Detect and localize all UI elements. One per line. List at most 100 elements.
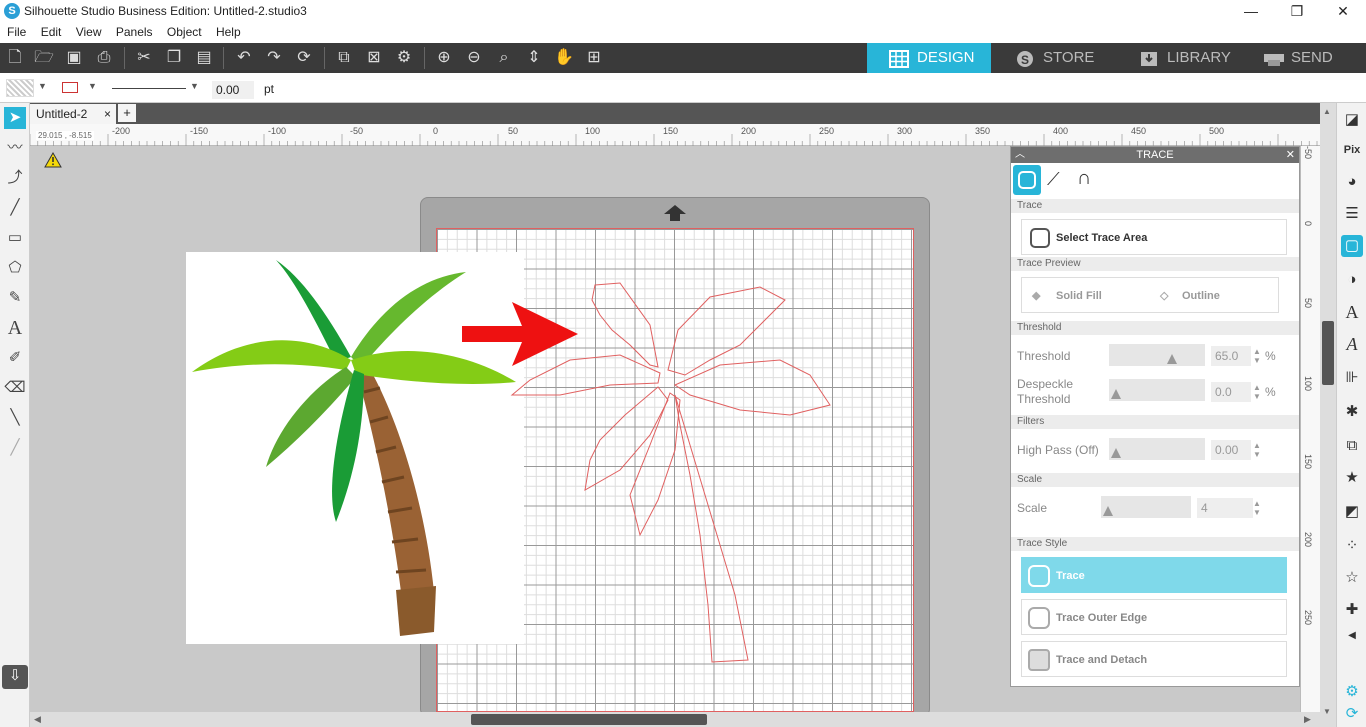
refresh-icon[interactable]: ⟳	[1341, 703, 1363, 725]
eyedropper-tool-icon[interactable]: ╱	[4, 437, 26, 459]
scale-input[interactable]: 4	[1197, 498, 1253, 518]
open-folder-icon[interactable]: 🗁	[33, 47, 55, 69]
menu-edit[interactable]: Edit	[37, 22, 66, 39]
zoom-out-icon[interactable]: ⊖	[463, 47, 485, 69]
trace-mode-tab-icon[interactable]	[1013, 165, 1041, 195]
outline-option[interactable]: Outline	[1182, 278, 1220, 314]
redo-icon[interactable]: ↷	[263, 47, 285, 69]
polygon-tool-icon[interactable]: ⬠	[4, 257, 26, 279]
scale-slider[interactable]	[1101, 496, 1191, 518]
deselect-icon[interactable]: ⊠	[363, 47, 385, 69]
dotted-icon[interactable]: ⁘	[1341, 535, 1363, 557]
fit-page-icon[interactable]: ⊞	[583, 47, 605, 69]
line-style-chevron-icon[interactable]: ▼	[190, 81, 199, 91]
undo-icon[interactable]: ↶	[233, 47, 255, 69]
zoom-in-icon[interactable]: ⊕	[433, 47, 455, 69]
new-file-icon[interactable]: 🗋	[4, 47, 26, 69]
trace-and-detach-button[interactable]: Trace and Detach	[1021, 641, 1287, 677]
maximize-button[interactable]: ❐	[1274, 0, 1320, 22]
line-color-swatch[interactable]	[62, 82, 78, 93]
pan-drag-icon[interactable]: ⇕	[523, 47, 545, 69]
stepper-arrows-icon[interactable]: ▲ ▼	[1253, 499, 1261, 517]
modify-icon[interactable]: ⧉	[1341, 435, 1363, 457]
menu-object[interactable]: Object	[163, 22, 206, 39]
text-to-path-icon[interactable]: A	[1341, 333, 1363, 355]
warning-icon[interactable]	[44, 151, 62, 171]
hand-icon[interactable]: ✋	[553, 47, 575, 69]
slider-thumb-icon[interactable]	[1103, 506, 1113, 516]
high-pass-input[interactable]: 0.00	[1211, 440, 1251, 460]
select-trace-area-button[interactable]: Select Trace Area	[1021, 219, 1287, 255]
line-style-preview[interactable]	[112, 88, 186, 89]
line-width-input[interactable]: 0.00	[212, 81, 254, 99]
tab-store[interactable]: S STORE	[993, 43, 1117, 73]
select-arrow-icon[interactable]: ➤	[4, 107, 26, 129]
stepper-arrows-icon[interactable]: ▲ ▼	[1253, 383, 1261, 401]
traced-outline[interactable]	[500, 275, 840, 673]
minimize-button[interactable]: —	[1228, 0, 1274, 22]
slider-thumb-icon[interactable]	[1111, 389, 1121, 399]
line-style-icon[interactable]: ☰	[1341, 203, 1363, 225]
favorite-star-icon[interactable]: ☆	[1341, 567, 1363, 589]
transform-icon[interactable]: ✱	[1341, 401, 1363, 423]
add-tab-button[interactable]: +	[118, 104, 136, 122]
tab-design[interactable]: DESIGN	[867, 43, 991, 73]
paste-icon[interactable]: ▤	[193, 47, 215, 69]
eyedropper-tab-icon[interactable]: ⟋	[1047, 169, 1060, 190]
copy-icon[interactable]: ❐	[163, 47, 185, 69]
threshold-slider[interactable]	[1109, 344, 1205, 366]
scroll-thumb[interactable]	[471, 714, 707, 725]
line-tool-icon[interactable]: ╱	[4, 197, 26, 219]
threshold-input[interactable]: 65.0	[1211, 346, 1251, 366]
scroll-thumb[interactable]	[1322, 321, 1334, 385]
cut-icon[interactable]: ✂	[133, 47, 155, 69]
fill-palette-icon[interactable]: ◕	[1341, 171, 1363, 193]
print-icon[interactable]: ⎙	[93, 47, 115, 69]
settings-gear-icon[interactable]: ⚙	[1341, 681, 1363, 703]
expand-left-icon[interactable]: ◀	[1341, 625, 1363, 647]
select-all-icon[interactable]: ⧉	[333, 47, 355, 69]
stepper-arrows-icon[interactable]: ▲ ▼	[1253, 441, 1261, 459]
edit-points-icon[interactable]: ⚙	[393, 47, 415, 69]
trace-panel-icon[interactable]: ▢	[1341, 235, 1363, 257]
rectangle-tool-icon[interactable]: ▭	[4, 227, 26, 249]
import-icon[interactable]: ⇩	[2, 665, 28, 689]
scroll-right-icon[interactable]: ▶	[1304, 714, 1311, 725]
menu-file[interactable]: File	[3, 22, 30, 39]
offset-icon[interactable]: ◩	[1341, 501, 1363, 523]
sketch-tool-icon[interactable]: ✐	[4, 347, 26, 369]
puzzle-icon[interactable]: ✚	[1341, 599, 1363, 621]
save-icon[interactable]: ▣	[63, 47, 85, 69]
text-style-icon[interactable]: A	[1341, 301, 1363, 323]
tab-library[interactable]: LIBRARY	[1117, 43, 1241, 73]
menu-panels[interactable]: Panels	[112, 22, 157, 39]
tab-close-icon[interactable]: ×	[104, 104, 111, 124]
page-setup-icon[interactable]: ◪	[1341, 109, 1363, 131]
menu-help[interactable]: Help	[212, 22, 245, 39]
despeckle-input[interactable]: 0.0	[1211, 382, 1251, 402]
tab-send[interactable]: SEND	[1241, 43, 1365, 73]
scroll-up-icon[interactable]: ▲	[1323, 107, 1331, 116]
zoom-select-icon[interactable]: ⌕	[493, 47, 515, 69]
menu-view[interactable]: View	[72, 22, 106, 39]
solid-fill-option[interactable]: Solid Fill	[1056, 278, 1102, 314]
slider-thumb-icon[interactable]	[1167, 354, 1177, 364]
trace-button[interactable]: Trace	[1021, 557, 1287, 593]
fill-dropdown-chevron-icon[interactable]: ▼	[38, 81, 47, 91]
contrast-icon[interactable]: ◑	[1341, 269, 1363, 291]
horizontal-scrollbar[interactable]: ◀ ▶	[30, 712, 1320, 727]
trace-outer-edge-button[interactable]: Trace Outer Edge	[1021, 599, 1287, 635]
align-icon[interactable]: ⊪	[1341, 367, 1363, 389]
despeckle-slider[interactable]	[1109, 379, 1205, 401]
rhinestone-icon[interactable]: ★	[1341, 467, 1363, 489]
panel-close-icon[interactable]: ✕	[1286, 147, 1295, 163]
fill-pattern-swatch[interactable]	[6, 79, 34, 97]
scroll-left-icon[interactable]: ◀	[34, 714, 41, 725]
scroll-down-icon[interactable]: ▼	[1323, 707, 1331, 716]
eraser-tool-icon[interactable]: ⌫	[4, 377, 26, 399]
pencil-tool-icon[interactable]: ✎	[4, 287, 26, 309]
knife-tool-icon[interactable]: ╲	[4, 407, 26, 429]
stepper-arrows-icon[interactable]: ▲ ▼	[1253, 347, 1261, 365]
point-edit-icon[interactable]: 〰	[4, 137, 26, 159]
collapse-chevron-icon[interactable]: ︿	[1015, 147, 1025, 163]
